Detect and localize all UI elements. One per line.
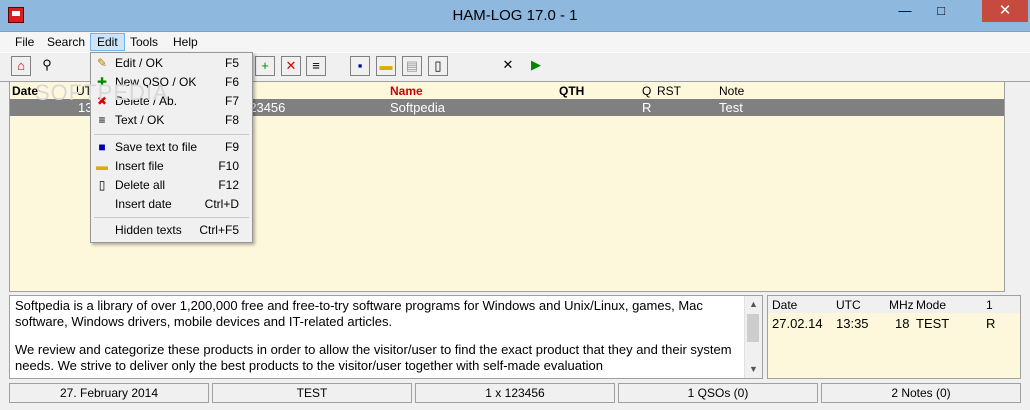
col-q[interactable]: Q — [642, 84, 651, 98]
menu-item-label: Hidden texts — [115, 223, 182, 237]
menu-item-shortcut: Ctrl+F5 — [199, 223, 239, 237]
home-icon[interactable]: ⌂ — [11, 56, 31, 76]
save-icon[interactable]: ▪ — [350, 56, 370, 76]
menu-item-text-ok[interactable]: ≡ Text / OK F8 — [91, 111, 252, 129]
menu-item-label: Edit / OK — [115, 56, 164, 70]
menu-item-shortcut: F5 — [224, 56, 239, 70]
menu-item-hidden-texts[interactable]: Hidden texts Ctrl+F5 — [91, 221, 252, 239]
text-paragraph: Softpedia is a library of over 1,200,000… — [15, 298, 703, 329]
pencil-icon: ✎ — [96, 56, 108, 70]
menu-file[interactable]: File — [9, 34, 40, 50]
status-date: 27. February 2014 — [9, 383, 209, 403]
binoculars-icon[interactable]: ⚲ — [37, 56, 57, 76]
exit-icon[interactable]: ▶ — [526, 56, 546, 76]
status-notes: 2 Notes (0) — [821, 383, 1021, 403]
menu-item-shortcut: F6 — [224, 75, 239, 89]
maximize-button[interactable]: □ — [926, 0, 956, 22]
window-title: HAM-LOG 17.0 - 1 — [452, 7, 578, 24]
tools-icon[interactable]: ✕ — [498, 56, 518, 76]
notes-col-mode: Mode — [916, 298, 947, 312]
note-mhz: 18 — [895, 316, 910, 331]
notes-header: Date UTC MHz Mode 1 — [768, 296, 1020, 313]
menu-item-label: Delete all — [115, 178, 166, 192]
menu-item-label: Text / OK — [115, 113, 165, 127]
cell-q: R — [642, 100, 652, 115]
menu-help[interactable]: Help — [167, 34, 204, 50]
text-page-icon: ≡ — [98, 113, 106, 127]
menu-edit[interactable]: Edit — [90, 33, 125, 51]
text-editor[interactable]: Softpedia is a library of over 1,200,000… — [9, 295, 763, 379]
menu-item-label: Insert file — [115, 159, 164, 173]
minimize-button[interactable]: — — [890, 0, 920, 22]
note-date: 27.02.14 — [772, 316, 823, 331]
list-item[interactable]: 27.02.14 13:35 18 TEST R — [768, 314, 1020, 332]
close-button[interactable]: ✕ — [982, 0, 1028, 22]
cell-note: Test — [719, 100, 743, 115]
title-bar: HAM-LOG 17.0 - 1 — □ ✕ — [0, 0, 1030, 32]
notes-col-flag: 1 — [986, 298, 993, 312]
menu-item-shortcut: Ctrl+D — [204, 197, 239, 211]
menu-item-insert-date[interactable]: Insert date Ctrl+D — [91, 195, 252, 213]
blank-page-icon: ▯ — [98, 178, 106, 192]
note-utc: 13:35 — [836, 316, 869, 331]
scroll-up-icon[interactable]: ▲ — [745, 296, 762, 313]
menu-item-shortcut: F9 — [224, 140, 239, 154]
note-flag: R — [986, 316, 996, 331]
menu-item-shortcut: F10 — [218, 159, 239, 173]
notes-panel[interactable]: Date UTC MHz Mode 1 27.02.14 13:35 18 TE… — [767, 295, 1021, 379]
vertical-scrollbar[interactable]: ▲ ▼ — [744, 296, 762, 378]
col-rst[interactable]: RST — [657, 84, 681, 98]
delete-icon[interactable]: ✕ — [281, 56, 301, 76]
menu-bar: File Search Edit Tools Help — [0, 32, 1030, 52]
text-icon[interactable]: ≡ — [306, 56, 326, 76]
status-mode: TEST — [212, 383, 412, 403]
scroll-thumb[interactable] — [747, 314, 759, 342]
menu-search[interactable]: Search — [41, 34, 91, 50]
notes-col-mhz: MHz — [889, 298, 914, 312]
col-name[interactable]: Name — [390, 84, 423, 98]
menu-separator — [94, 134, 249, 135]
status-count: 1 x 123456 — [415, 383, 615, 403]
cell-name: Softpedia — [390, 100, 445, 115]
menu-item-save-text[interactable]: ■ Save text to file F9 — [91, 138, 252, 156]
new-qso-icon[interactable]: + — [255, 56, 275, 76]
menu-separator — [94, 217, 249, 218]
insert-icon[interactable]: ▤ — [402, 56, 422, 76]
menu-item-shortcut: F12 — [218, 178, 239, 192]
watermark: SOFTPEDIA — [35, 80, 169, 105]
menu-tools[interactable]: Tools — [124, 34, 164, 50]
menu-item-edit-ok[interactable]: ✎ Edit / OK F5 — [91, 54, 252, 72]
col-note[interactable]: Note — [719, 84, 744, 98]
menu-item-shortcut: F8 — [224, 113, 239, 127]
menu-item-insert-file[interactable]: ▬ Insert file F10 — [91, 157, 252, 175]
menu-item-delete-all[interactable]: ▯ Delete all F12 — [91, 176, 252, 194]
delete-all-icon[interactable]: ▯ — [428, 56, 448, 76]
note-mode: TEST — [916, 316, 950, 331]
text-paragraph: We review and categorize these products … — [15, 342, 732, 373]
status-bar: 27. February 2014 TEST 1 x 123456 1 QSOs… — [0, 382, 1030, 410]
notes-col-date: Date — [772, 298, 798, 312]
scroll-down-icon[interactable]: ▼ — [745, 361, 762, 378]
menu-item-shortcut: F7 — [224, 94, 239, 108]
status-qsos: 1 QSOs (0) — [618, 383, 818, 403]
floppy-icon: ■ — [98, 140, 106, 154]
menu-item-label: Insert date — [115, 197, 172, 211]
menu-item-label: Save text to file — [115, 140, 198, 154]
folder-icon: ▬ — [96, 159, 108, 173]
open-folder-icon[interactable]: ▬ — [376, 56, 396, 76]
notes-col-utc: UTC — [836, 298, 861, 312]
col-qth[interactable]: QTH — [559, 84, 584, 98]
